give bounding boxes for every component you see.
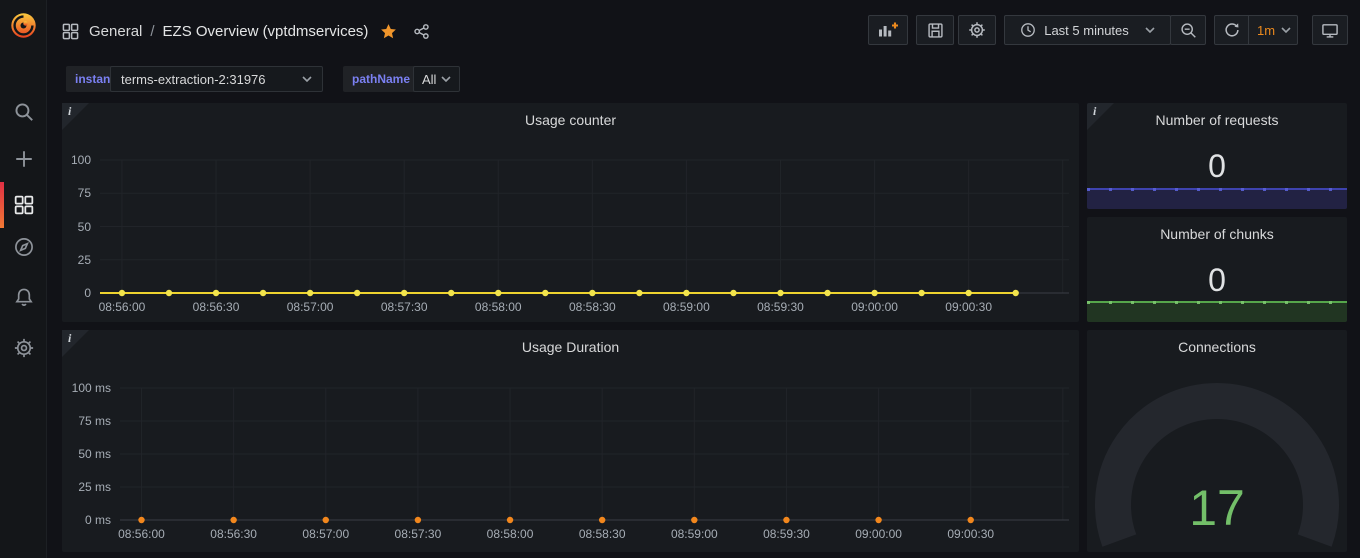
stat-value: 0 (1087, 149, 1347, 183)
save-icon (927, 22, 944, 39)
dashboards-grid-icon (14, 195, 34, 215)
clock-icon (1020, 22, 1036, 38)
usage-duration-chart[interactable]: 08:56:0008:56:3008:57:0008:57:3008:58:00… (120, 388, 1069, 520)
time-range-label: Last 5 minutes (1044, 23, 1129, 38)
refresh-icon (1224, 22, 1240, 38)
breadcrumb: General / EZS Overview (vptdmservices) (62, 0, 430, 62)
chevron-down-icon (441, 76, 451, 82)
panel-title[interactable]: Usage Duration (62, 330, 1079, 363)
sidebar-active-indicator (0, 182, 4, 228)
panel-usage-counter: i Usage counter 08:56:0008:56:3008:57:00… (62, 103, 1079, 322)
variable-value-instance: terms-extraction-2:31976 (121, 72, 266, 87)
sidebar-item-explore[interactable] (0, 224, 47, 270)
sidebar-item-dashboards[interactable] (0, 182, 47, 228)
gauge-value: 17 (1087, 482, 1347, 534)
refresh-button[interactable] (1215, 22, 1248, 38)
time-range-picker[interactable]: Last 5 minutes (1004, 15, 1171, 45)
panel-number-of-chunks: Number of chunks 0 (1087, 217, 1347, 322)
variable-label-pathname: pathName (343, 66, 419, 92)
compass-icon (14, 237, 34, 257)
share-icon[interactable] (413, 23, 430, 40)
chevron-down-icon[interactable] (1281, 27, 1291, 33)
sidebar-item-search[interactable] (0, 89, 47, 135)
panel-title[interactable]: Number of requests (1087, 103, 1347, 136)
dashboard-title[interactable]: EZS Overview (vptdmservices) (163, 23, 369, 40)
plus-icon (14, 149, 34, 169)
zoom-out-icon (1180, 22, 1197, 39)
panel-number-of-requests: i Number of requests 0 (1087, 103, 1347, 209)
tv-monitor-icon (1321, 22, 1339, 39)
sidebar-item-alerting[interactable] (0, 274, 47, 320)
panel-connections: Connections 17 (1087, 330, 1347, 552)
panel-usage-duration: i Usage Duration 08:56:0008:56:3008:57:0… (62, 330, 1079, 552)
bell-icon (14, 287, 34, 307)
requests-sparkline (1087, 188, 1347, 209)
breadcrumb-section[interactable]: General (89, 23, 142, 40)
save-dashboard-button[interactable] (916, 15, 954, 45)
chevron-down-icon (1145, 27, 1155, 33)
variable-dropdown-pathname[interactable]: All (413, 66, 460, 92)
sparkline-markers (1087, 301, 1347, 304)
stat-value: 0 (1087, 263, 1347, 297)
chunks-sparkline (1087, 301, 1347, 322)
panel-title[interactable]: Usage counter (62, 103, 1079, 136)
variable-value-pathname: All (422, 72, 436, 87)
settings-gear-icon (968, 21, 986, 39)
add-panel-icon (877, 21, 899, 39)
sidebar-item-create[interactable] (0, 136, 47, 182)
dashboard-settings-button[interactable] (958, 15, 996, 45)
refresh-divider (1248, 16, 1249, 44)
grafana-logo-icon (10, 12, 37, 39)
favorite-star-icon[interactable] (380, 23, 397, 40)
chevron-down-icon (302, 76, 312, 82)
apps-grid-icon (62, 23, 79, 40)
sidebar (0, 0, 47, 558)
refresh-interval-label[interactable]: 1m (1257, 23, 1275, 38)
sparkline-markers (1087, 188, 1347, 191)
grafana-logo[interactable] (0, 4, 47, 46)
gear-icon (14, 338, 34, 358)
search-icon (14, 102, 34, 122)
zoom-out-button[interactable] (1170, 15, 1206, 45)
panel-title[interactable]: Number of chunks (1087, 217, 1347, 250)
breadcrumb-separator: / (150, 23, 154, 40)
variable-dropdown-instance[interactable]: terms-extraction-2:31976 (110, 66, 323, 92)
sidebar-item-configuration[interactable] (0, 325, 47, 371)
add-panel-button[interactable] (868, 15, 908, 45)
usage-counter-chart[interactable]: 08:56:0008:56:3008:57:0008:57:3008:58:00… (100, 160, 1069, 293)
view-mode-button[interactable] (1312, 15, 1348, 45)
refresh-picker: 1m (1214, 15, 1298, 45)
